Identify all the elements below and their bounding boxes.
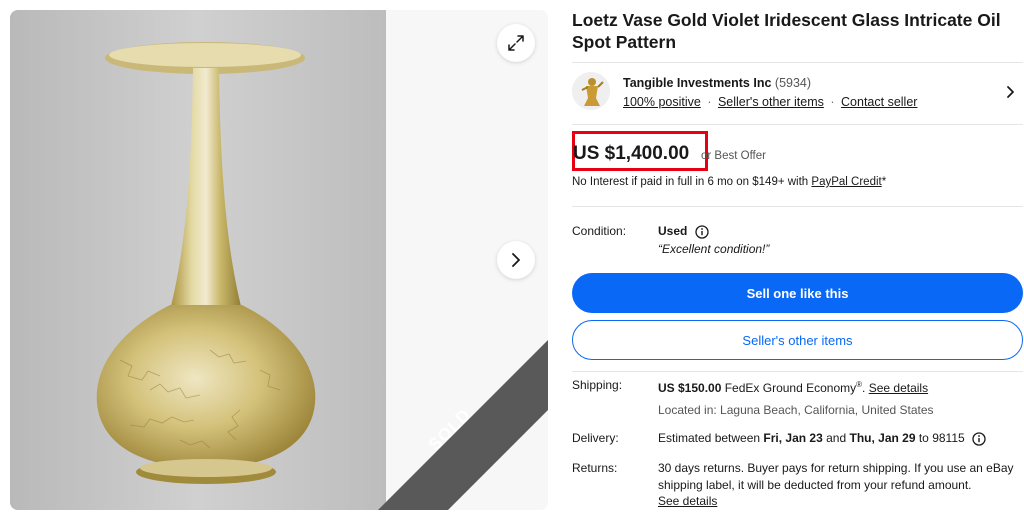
listing-title: Loetz Vase Gold Violet Iridescent Glass … (572, 10, 1001, 52)
seller-name[interactable]: Tangible Investments Inc (623, 76, 771, 90)
item-location: Located in: Laguna Beach, California, Un… (658, 403, 934, 417)
returns-line-1: 30 days returns. Buyer pays for return s… (658, 461, 1014, 475)
separator: · (830, 95, 835, 109)
next-image-button[interactable] (497, 241, 535, 279)
chevron-right-icon (512, 253, 520, 267)
delivery-zip: to 98115 (915, 431, 965, 445)
shipping-cost: US $150.00 (658, 381, 722, 395)
returns-line-2: shipping label, it will be deducted from… (658, 478, 972, 492)
sell-one-like-this-button[interactable]: Sell one like this (572, 273, 1023, 313)
divider (572, 124, 1023, 125)
financing-note: No Interest if paid in full in 6 mo on $… (572, 176, 886, 188)
avatar-image (572, 72, 610, 110)
seller-feedback-count: (5934) (774, 76, 812, 90)
seller-card[interactable]: Tangible Investments Inc (5934) 100% pos… (572, 72, 1023, 116)
condition-value-line: Used (658, 224, 709, 239)
shipping-label: Shipping: (572, 378, 623, 392)
shipping-period: . (862, 381, 869, 395)
delivery-start: Fri, Jan 23 (763, 431, 823, 445)
delivery-and: and (822, 431, 850, 445)
condition-note: “Excellent condition!” (658, 242, 770, 256)
shipping-service: FedEx Ground Economy (721, 381, 857, 395)
returns-see-details: See details (658, 494, 717, 508)
expand-button[interactable] (497, 24, 535, 62)
price: US $1,400.00 (573, 143, 690, 164)
contact-seller-link[interactable]: Contact seller (841, 95, 917, 109)
chevron-right-icon[interactable] (1005, 84, 1017, 100)
seller-other-items-link[interactable]: Seller's other items (718, 95, 824, 109)
seller-name-line: Tangible Investments Inc (5934) (623, 76, 811, 90)
financing-text: No Interest if paid in full in 6 mo on $… (572, 176, 812, 188)
condition-label: Condition: (572, 224, 627, 238)
seller-positive-link[interactable]: 100% positive (623, 95, 701, 109)
shipping-see-details-link[interactable]: See details (869, 381, 928, 395)
shipping-line: US $150.00 FedEx Ground Economy®. See de… (658, 380, 928, 395)
divider (572, 371, 1023, 372)
divider (572, 62, 1023, 63)
returns-label: Returns: (572, 461, 618, 475)
delivery-prefix: Estimated between (658, 431, 764, 445)
separator: · (707, 95, 712, 109)
seller-avatar[interactable] (572, 72, 610, 110)
condition-value: Used (658, 224, 688, 238)
sellers-other-items-button[interactable]: Seller's other items (572, 320, 1023, 360)
expand-icon (508, 35, 524, 51)
delivery-label: Delivery: (572, 431, 619, 445)
paypal-credit-link[interactable]: PayPal Credit (811, 176, 881, 188)
returns-see-details-link[interactable]: See details (658, 494, 717, 508)
info-icon[interactable] (695, 225, 709, 239)
seller-links: 100% positive · Seller's other items · C… (623, 95, 917, 109)
info-icon[interactable] (972, 432, 986, 446)
image-gallery: SOLD (10, 10, 548, 510)
delivery-end: Thu, Jan 29 (849, 431, 916, 445)
best-offer-label: or Best Offer (701, 150, 766, 162)
sold-ribbon (378, 340, 548, 510)
divider (572, 206, 1023, 207)
financing-asterisk: * (881, 176, 887, 188)
delivery-estimate: Estimated between Fri, Jan 23 and Thu, J… (658, 431, 986, 446)
